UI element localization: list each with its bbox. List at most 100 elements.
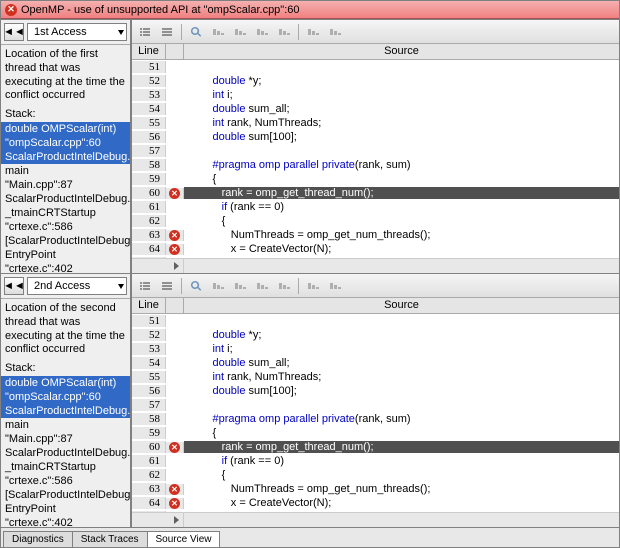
code-line[interactable]: 62 {: [132, 468, 619, 482]
stack-item[interactable]: "Main.cpp":87: [1, 178, 130, 192]
code-line[interactable]: 64✕ x = CreateVector(N);: [132, 496, 619, 510]
line-number: 57: [132, 145, 166, 157]
line-number: 59: [132, 427, 166, 439]
line-marker: ✕: [166, 244, 184, 255]
code-line[interactable]: 60✕ rank = omp_get_thread_num();: [132, 440, 619, 454]
code-line[interactable]: 60✕ rank = omp_get_thread_num();: [132, 186, 619, 200]
code-rows[interactable]: 51 52 double *y;53 int i;54 double sum_a…: [132, 314, 619, 512]
line-number: 55: [132, 117, 166, 129]
stack-item[interactable]: "Main.cpp":87: [1, 432, 130, 446]
code-line[interactable]: 54 double sum_all;: [132, 102, 619, 116]
stack-item[interactable]: _tmainCRTStartup: [1, 460, 130, 474]
tab-source-view[interactable]: Source View: [147, 531, 221, 547]
line-number: 55: [132, 371, 166, 383]
code-line[interactable]: 61 if (rank == 0): [132, 200, 619, 214]
line-number: 61: [132, 455, 166, 467]
code-line[interactable]: 64✕ x = CreateVector(N);: [132, 242, 619, 256]
code-line[interactable]: 58 #pragma omp parallel private(rank, su…: [132, 158, 619, 172]
stack-item[interactable]: _tmainCRTStartup: [1, 206, 130, 220]
tab-diagnostics[interactable]: Diagnostics: [3, 531, 73, 547]
tb-btn[interactable]: [135, 23, 155, 41]
search-icon[interactable]: [186, 23, 206, 41]
tb-btn[interactable]: [208, 23, 228, 41]
code-line[interactable]: 55 int rank, NumThreads;: [132, 116, 619, 130]
code-rows[interactable]: 51 52 double *y;53 int i;54 double sum_a…: [132, 60, 619, 258]
h-scroll[interactable]: [132, 258, 619, 273]
col-err: [166, 44, 184, 59]
tb-btn[interactable]: [135, 277, 155, 295]
code-line[interactable]: 58 #pragma omp parallel private(rank, su…: [132, 412, 619, 426]
tb-btn[interactable]: [303, 23, 323, 41]
stack-list[interactable]: double OMPScalar(int)"ompScalar.cpp":60S…: [1, 376, 130, 527]
code-line[interactable]: 59 {: [132, 426, 619, 440]
tb-btn[interactable]: [230, 23, 250, 41]
code-line[interactable]: 57: [132, 398, 619, 412]
code-line[interactable]: 55 int rank, NumThreads;: [132, 370, 619, 384]
stack-item[interactable]: "ompScalar.cpp":60: [1, 390, 130, 404]
tb-btn[interactable]: [252, 23, 272, 41]
code-line[interactable]: 56 double sum[100];: [132, 130, 619, 144]
code-line[interactable]: 51: [132, 60, 619, 74]
tb-btn[interactable]: [274, 277, 294, 295]
code-line[interactable]: 62 {: [132, 214, 619, 228]
line-text: int i;: [184, 343, 619, 355]
access-label: 1st Access: [34, 26, 87, 38]
stack-item[interactable]: "crtexe.c":586: [1, 220, 130, 234]
tab-stack-traces[interactable]: Stack Traces: [72, 531, 148, 547]
line-text: NumThreads = omp_get_num_threads();: [184, 483, 619, 495]
code-line[interactable]: 63✕ NumThreads = omp_get_num_threads();: [132, 228, 619, 242]
code-line[interactable]: 61 if (rank == 0): [132, 454, 619, 468]
stack-item[interactable]: ScalarProductIntelDebug.exe: [1, 192, 130, 206]
search-icon[interactable]: [186, 277, 206, 295]
tb-btn[interactable]: [274, 23, 294, 41]
line-number: 56: [132, 385, 166, 397]
stack-list[interactable]: double OMPScalar(int)"ompScalar.cpp":60S…: [1, 122, 130, 273]
access-selector[interactable]: 2nd Access: [27, 277, 127, 295]
stack-item[interactable]: [ScalarProductIntelDebug.exe, 0: [1, 488, 130, 502]
code-line[interactable]: 51: [132, 314, 619, 328]
error-icon: ✕: [169, 244, 180, 255]
stack-item[interactable]: EntryPoint: [1, 502, 130, 516]
tb-btn[interactable]: [157, 23, 177, 41]
stack-item[interactable]: "crtexe.c":402: [1, 262, 130, 273]
access-selector[interactable]: 1st Access: [27, 23, 127, 41]
code-line[interactable]: 59 {: [132, 172, 619, 186]
stack-item[interactable]: double OMPScalar(int): [1, 376, 130, 390]
code-line[interactable]: 63✕ NumThreads = omp_get_num_threads();: [132, 482, 619, 496]
line-number: 56: [132, 131, 166, 143]
tb-btn[interactable]: [325, 277, 345, 295]
h-scroll[interactable]: [132, 512, 619, 527]
stack-item[interactable]: double OMPScalar(int): [1, 122, 130, 136]
tb-btn[interactable]: [208, 277, 228, 295]
nav-prev-button[interactable]: ◄◄: [4, 277, 24, 295]
line-number: 62: [132, 215, 166, 227]
code-line[interactable]: 56 double sum[100];: [132, 384, 619, 398]
side-header: ◄◄2nd Access: [1, 274, 130, 299]
tb-btn[interactable]: [252, 277, 272, 295]
stack-item[interactable]: main: [1, 418, 130, 432]
stack-item[interactable]: "crtexe.c":586: [1, 474, 130, 488]
stack-item[interactable]: main: [1, 164, 130, 178]
line-number: 52: [132, 75, 166, 87]
stack-item[interactable]: [ScalarProductIntelDebug.exe, 0: [1, 234, 130, 248]
stack-item[interactable]: "crtexe.c":402: [1, 516, 130, 527]
code-line[interactable]: 53 int i;: [132, 88, 619, 102]
line-text: if (rank == 0): [184, 455, 619, 467]
line-text: if (rank == 0): [184, 201, 619, 213]
tb-btn[interactable]: [325, 23, 345, 41]
stack-item[interactable]: "ompScalar.cpp":60: [1, 136, 130, 150]
stack-item[interactable]: ScalarProductIntelDebug.exe: [1, 446, 130, 460]
stack-item[interactable]: ScalarProductIntelDebug.exe: [1, 404, 130, 418]
tb-btn[interactable]: [303, 277, 323, 295]
code-line[interactable]: 52 double *y;: [132, 328, 619, 342]
tb-btn[interactable]: [157, 277, 177, 295]
line-number: 53: [132, 89, 166, 101]
code-line[interactable]: 57: [132, 144, 619, 158]
code-line[interactable]: 53 int i;: [132, 342, 619, 356]
nav-prev-button[interactable]: ◄◄: [4, 23, 24, 41]
stack-item[interactable]: EntryPoint: [1, 248, 130, 262]
code-line[interactable]: 52 double *y;: [132, 74, 619, 88]
stack-item[interactable]: ScalarProductIntelDebug.exe: [1, 150, 130, 164]
tb-btn[interactable]: [230, 277, 250, 295]
code-line[interactable]: 54 double sum_all;: [132, 356, 619, 370]
